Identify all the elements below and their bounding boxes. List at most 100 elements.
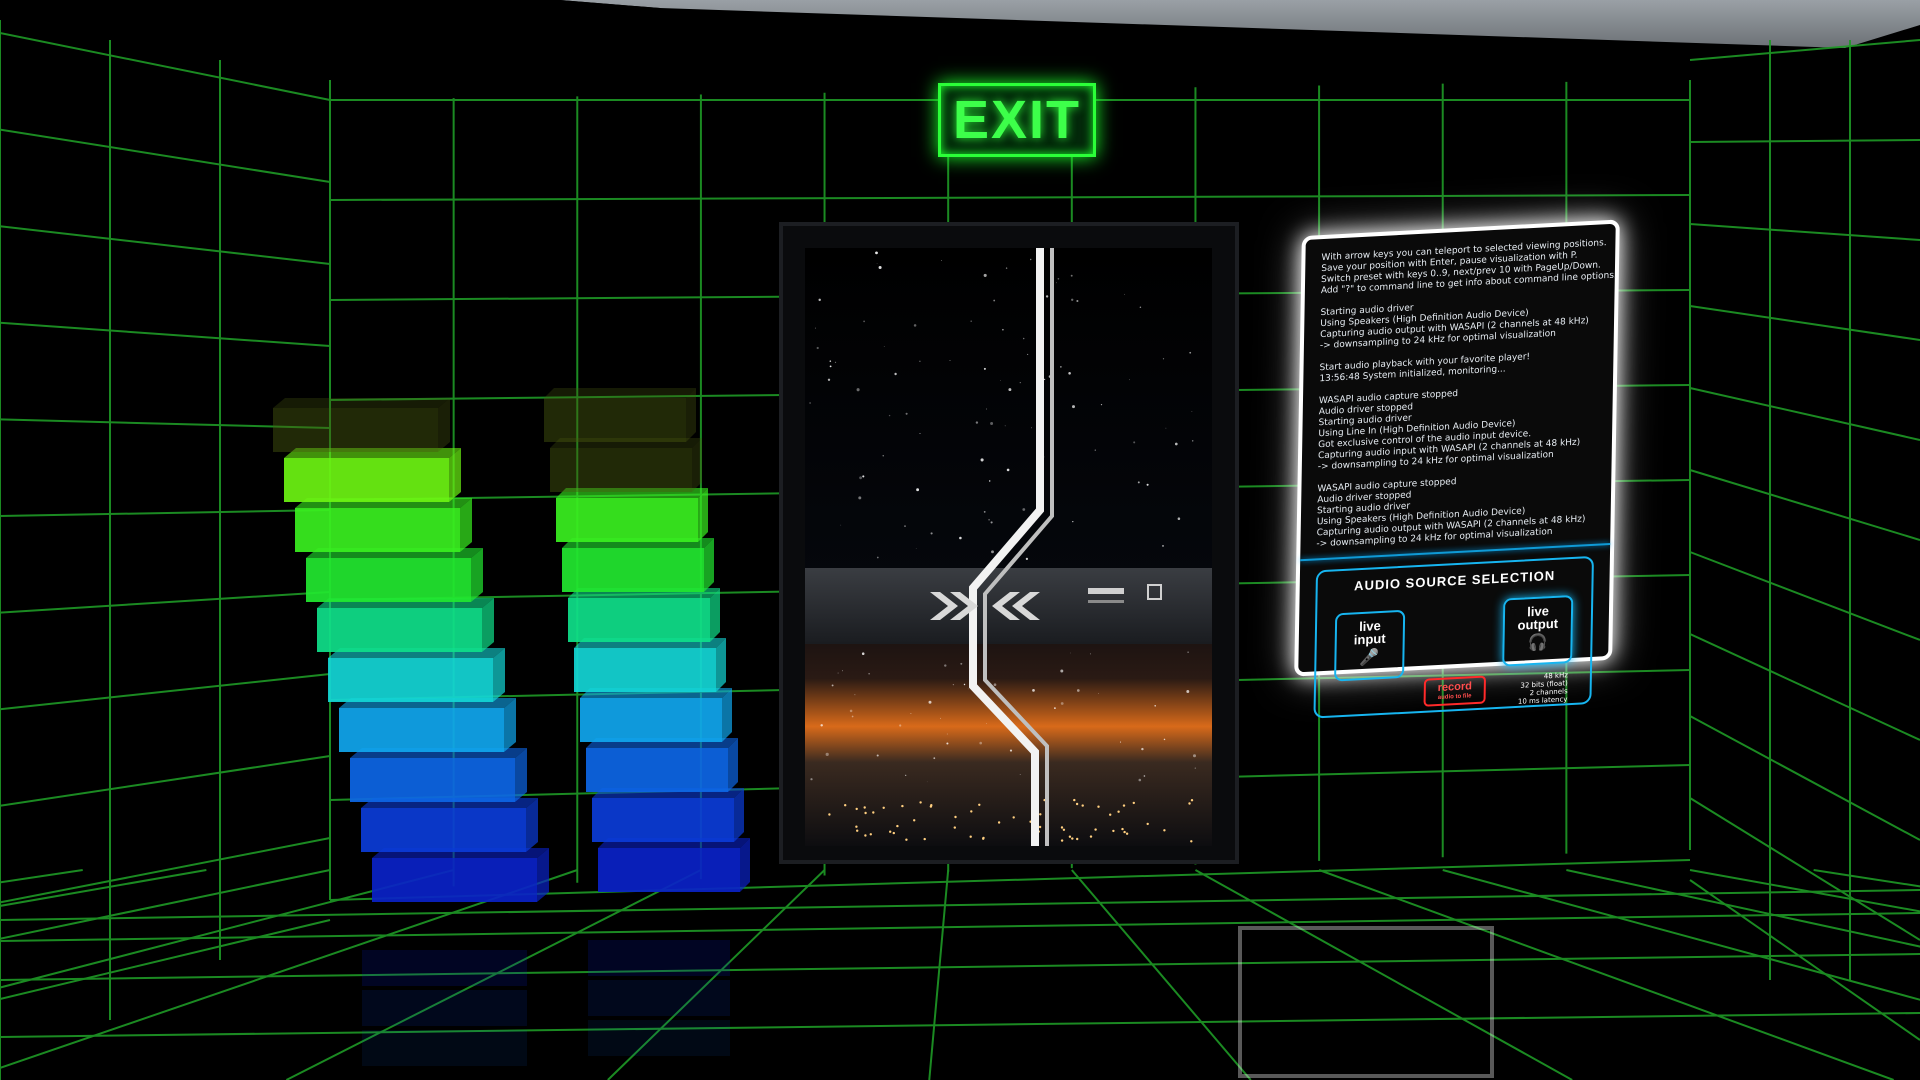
star bbox=[993, 299, 996, 302]
grid-line bbox=[1689, 223, 1920, 241]
star bbox=[967, 688, 969, 690]
star bbox=[862, 475, 865, 478]
city-light bbox=[856, 829, 859, 832]
meter-segment bbox=[295, 498, 472, 552]
star bbox=[1076, 689, 1080, 692]
star bbox=[1187, 651, 1189, 653]
star bbox=[1186, 690, 1190, 693]
star bbox=[840, 524, 842, 526]
audio-specs: 48 kHz 32 bits (float) 2 channels 10 ms lat… bbox=[1518, 671, 1568, 706]
star bbox=[986, 723, 987, 724]
live-output-button[interactable]: live output 🎧 bbox=[1502, 594, 1574, 667]
star bbox=[854, 694, 856, 696]
star bbox=[988, 480, 991, 482]
star bbox=[1002, 328, 1004, 331]
city-light bbox=[844, 804, 847, 807]
city-light bbox=[1075, 802, 1079, 806]
exit-sign[interactable]: EXIT bbox=[938, 83, 1096, 157]
star bbox=[910, 713, 912, 715]
star bbox=[1043, 378, 1046, 381]
star bbox=[1019, 774, 1021, 776]
meter-segment bbox=[580, 688, 732, 742]
grid-line bbox=[1689, 387, 1920, 441]
headphones-icon: 🎧 bbox=[1527, 634, 1548, 653]
star bbox=[1060, 702, 1064, 705]
star bbox=[876, 263, 878, 265]
star bbox=[1146, 483, 1149, 486]
city-light bbox=[1121, 827, 1124, 831]
city-light bbox=[1109, 813, 1112, 816]
city-light bbox=[1125, 832, 1129, 835]
star bbox=[1100, 404, 1103, 406]
star bbox=[1025, 557, 1029, 561]
city-light bbox=[923, 837, 926, 841]
star bbox=[946, 733, 948, 735]
ceiling bbox=[560, 0, 1920, 48]
star bbox=[1027, 353, 1029, 355]
grid-line bbox=[0, 755, 331, 807]
meter-segment bbox=[568, 588, 720, 642]
star bbox=[1098, 693, 1099, 694]
grid-line bbox=[1689, 139, 1920, 143]
star bbox=[993, 683, 997, 687]
city-light bbox=[1060, 839, 1064, 842]
console-log: With arrow keys you can teleport to sele… bbox=[1316, 238, 1617, 550]
meter-reflection bbox=[588, 1020, 730, 1056]
meter-segment bbox=[361, 798, 538, 852]
star bbox=[859, 476, 863, 480]
city-light bbox=[1081, 804, 1084, 807]
meter-reflection bbox=[362, 990, 527, 1026]
star bbox=[834, 361, 837, 363]
city-light bbox=[919, 801, 922, 804]
star bbox=[829, 360, 832, 362]
star bbox=[1177, 517, 1181, 520]
meter-reflection bbox=[362, 1030, 527, 1066]
star bbox=[899, 724, 902, 727]
city-light bbox=[1146, 822, 1149, 826]
exit-label: EXIT bbox=[952, 90, 1082, 150]
star bbox=[963, 683, 966, 686]
star bbox=[816, 346, 819, 350]
star bbox=[1163, 738, 1166, 741]
star bbox=[1194, 767, 1196, 769]
star bbox=[1032, 689, 1035, 692]
city-light bbox=[1190, 840, 1193, 843]
star bbox=[1119, 741, 1122, 743]
star bbox=[888, 414, 891, 417]
grid-line bbox=[0, 889, 1920, 921]
star bbox=[1162, 545, 1164, 547]
city-light bbox=[1068, 835, 1072, 838]
record-button[interactable]: record audio to file bbox=[1423, 675, 1486, 707]
star bbox=[1143, 775, 1146, 777]
grid-line bbox=[0, 128, 331, 183]
city-light bbox=[969, 835, 972, 838]
city-light bbox=[1112, 829, 1115, 833]
star bbox=[1009, 749, 1013, 752]
meter-segment bbox=[306, 548, 483, 602]
star bbox=[1141, 747, 1144, 751]
city-light bbox=[1062, 828, 1066, 831]
star bbox=[1137, 481, 1140, 484]
star bbox=[952, 683, 955, 686]
city-light bbox=[1117, 810, 1120, 813]
grid-line bbox=[0, 912, 1920, 942]
city-light bbox=[828, 813, 831, 816]
star bbox=[1068, 372, 1071, 375]
star bbox=[820, 724, 823, 727]
star bbox=[983, 273, 987, 277]
star bbox=[946, 742, 949, 745]
star bbox=[988, 518, 990, 521]
star bbox=[1174, 442, 1178, 446]
star bbox=[876, 556, 879, 559]
grid-line bbox=[1689, 551, 1920, 641]
star bbox=[975, 421, 979, 424]
city-light bbox=[905, 838, 908, 841]
minimize-icon[interactable] bbox=[1088, 588, 1124, 594]
star bbox=[827, 378, 831, 381]
meter-segment bbox=[556, 488, 708, 542]
door[interactable] bbox=[779, 222, 1239, 864]
live-input-button[interactable]: live input 🎤 bbox=[1334, 609, 1406, 682]
city-light bbox=[1097, 805, 1100, 808]
meter-segment bbox=[586, 738, 738, 792]
meter-reflection bbox=[588, 980, 730, 1016]
